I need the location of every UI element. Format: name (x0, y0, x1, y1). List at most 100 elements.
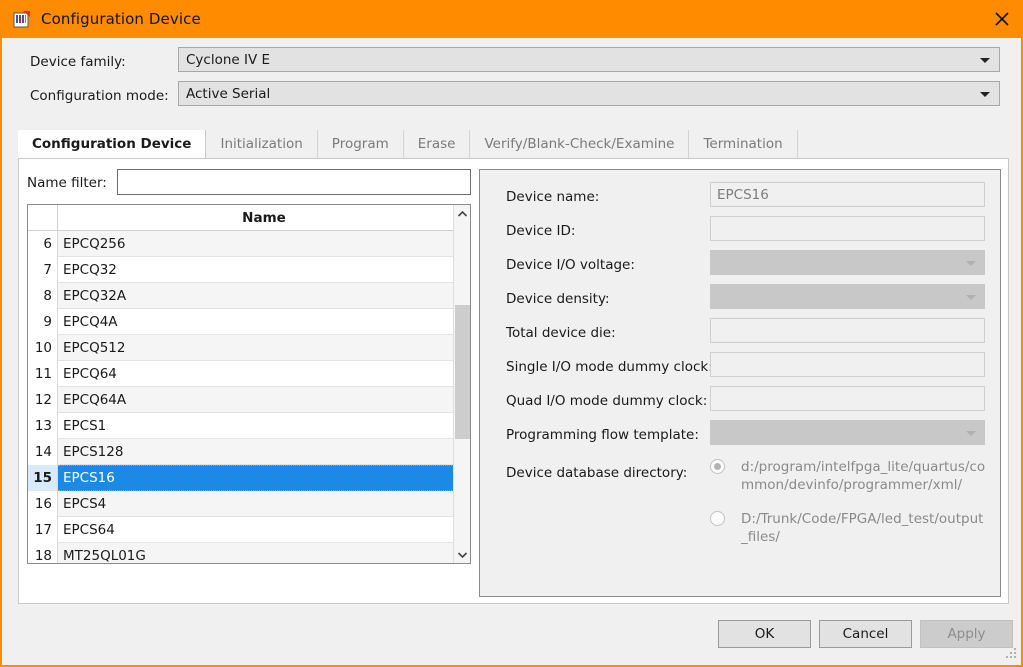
tab-label: Configuration Device (32, 136, 192, 152)
row-index: 7 (28, 257, 58, 283)
row-index: 16 (28, 491, 58, 517)
device-id-label: Device ID: (506, 223, 576, 239)
quad-io-dummy-clock-label: Quad I/O mode dummy clock: (506, 393, 708, 409)
row-name: MT25QL01G (58, 543, 470, 563)
row-index: 8 (28, 283, 58, 309)
total-device-die-label: Total device die: (506, 325, 616, 341)
configuration-mode-combo[interactable]: Active Serial (178, 81, 1000, 106)
single-io-dummy-clock-field[interactable] (710, 352, 985, 377)
configuration-device-dialog: Configuration Device Device family: Cycl… (0, 0, 1023, 667)
database-directory-option-1-text: d:/program/intelfpga_lite/quartus/common… (741, 459, 986, 493)
database-directory-option-1[interactable]: d:/program/intelfpga_lite/quartus/common… (710, 458, 989, 494)
device-io-voltage-label: Device I/O voltage: (506, 257, 635, 273)
row-name: EPCS1 (58, 413, 470, 439)
row-name: EPCS4 (58, 491, 470, 517)
table-row[interactable]: 11 EPCQ64 (28, 361, 470, 387)
table-body: 6 EPCQ256 7 EPCQ32 8 EPCQ32A 9 EPCQ4A 10 EPCQ… (28, 231, 470, 563)
scrollbar-thumb[interactable] (455, 305, 470, 439)
chevron-down-icon (966, 430, 976, 436)
row-name: EPCQ512 (58, 335, 470, 361)
device-family-value: Cyclone IV E (186, 51, 271, 68)
table-row[interactable]: 17 EPCS64 (28, 517, 470, 543)
table-row[interactable]: 12 EPCQ64A (28, 387, 470, 413)
top-form: Device family: Cyclone IV E Configuratio… (4, 38, 1021, 120)
tab-verify-blank-check-examine[interactable]: Verify/Blank-Check/Examine (470, 130, 690, 158)
row-index: 15 (28, 465, 58, 491)
device-name-value: EPCS16 (717, 186, 769, 203)
tab-strip: Configuration Device Initialization Prog… (18, 130, 798, 158)
device-id-field[interactable] (710, 216, 985, 241)
database-directory-option-2-text: D:/Trunk/Code/FPGA/led_test/output_files… (741, 511, 984, 545)
radio-button-icon[interactable] (710, 511, 725, 526)
tab-termination[interactable]: Termination (689, 130, 798, 158)
tab-panel-configuration-device: Name filter: Name 6 EPCQ256 7 EPCQ32 8 EPCQ… (18, 158, 1009, 604)
tab-label: Initialization (220, 136, 303, 152)
table-row[interactable]: 13 EPCS1 (28, 413, 470, 439)
row-name: EPCS128 (58, 439, 470, 465)
ok-button[interactable]: OK (718, 620, 811, 648)
table-row[interactable]: 10 EPCQ512 (28, 335, 470, 361)
table-row[interactable]: 7 EPCQ32 (28, 257, 470, 283)
chevron-down-icon (966, 294, 976, 300)
cancel-button[interactable]: Cancel (819, 620, 912, 648)
tab-label: Program (331, 136, 389, 152)
resize-grip-icon[interactable] (1006, 648, 1018, 660)
table-row[interactable]: 8 EPCQ32A (28, 283, 470, 309)
quad-io-dummy-clock-field[interactable] (710, 386, 985, 411)
table-row[interactable]: 18 MT25QL01G (28, 543, 470, 563)
configuration-mode-label: Configuration mode: (30, 88, 169, 104)
table-row[interactable]: 9 EPCQ4A (28, 309, 470, 335)
row-index: 11 (28, 361, 58, 387)
device-database-directory-label: Device database directory: (506, 465, 688, 481)
row-name: EPCQ64 (58, 361, 470, 387)
row-index: 17 (28, 517, 58, 543)
vertical-scrollbar[interactable] (453, 205, 470, 563)
programming-flow-template-combo[interactable] (710, 420, 985, 445)
tab-initialization[interactable]: Initialization (206, 130, 318, 158)
chevron-down-icon (980, 57, 990, 63)
device-io-voltage-combo[interactable] (710, 250, 985, 275)
device-name-field[interactable]: EPCS16 (710, 182, 985, 207)
row-index: 18 (28, 543, 58, 563)
device-name-label: Device name: (506, 189, 600, 205)
device-family-combo[interactable]: Cyclone IV E (178, 47, 1000, 72)
table-row[interactable]: 14 EPCS128 (28, 439, 470, 465)
chevron-down-icon (980, 91, 990, 97)
row-index: 9 (28, 309, 58, 335)
row-index: 6 (28, 231, 58, 257)
row-name: EPCQ32 (58, 257, 470, 283)
table-header-name: Name (58, 205, 470, 230)
table-row[interactable]: 16 EPCS4 (28, 491, 470, 517)
row-name: EPCS64 (58, 517, 470, 543)
device-details-group: Device name: EPCS16 Device ID: Device I/… (479, 169, 1001, 597)
dialog-footer: OK Cancel Apply (4, 604, 1021, 663)
close-icon[interactable] (979, 0, 1021, 38)
tab-configuration-device[interactable]: Configuration Device (18, 130, 207, 158)
tab-label: Verify/Blank-Check/Examine (484, 136, 675, 152)
row-name: EPCQ64A (58, 387, 470, 413)
tab-label: Erase (417, 136, 456, 152)
device-config-icon (12, 9, 32, 29)
row-name: EPCS16 (58, 465, 470, 491)
scroll-down-icon[interactable] (454, 546, 470, 563)
database-directory-option-2[interactable]: D:/Trunk/Code/FPGA/led_test/output_files… (710, 510, 989, 546)
tab-program[interactable]: Program (317, 130, 404, 158)
name-filter-input[interactable] (117, 169, 471, 195)
tab-label: Termination (703, 136, 783, 152)
total-device-die-field[interactable] (710, 318, 985, 343)
table-row[interactable]: 6 EPCQ256 (28, 231, 470, 257)
chevron-down-icon (966, 260, 976, 266)
table-row-selected[interactable]: 15 EPCS16 (28, 465, 470, 491)
device-family-label: Device family: (30, 54, 126, 70)
row-index: 14 (28, 439, 58, 465)
table-header-row: Name (28, 205, 470, 231)
row-index: 10 (28, 335, 58, 361)
device-density-label: Device density: (506, 291, 610, 307)
device-density-combo[interactable] (710, 284, 985, 309)
title-bar: Configuration Device (2, 0, 1021, 38)
tab-erase[interactable]: Erase (403, 130, 471, 158)
radio-button-icon[interactable] (710, 459, 725, 474)
table-header-index (28, 205, 58, 230)
apply-button: Apply (920, 620, 1013, 648)
scroll-up-icon[interactable] (454, 205, 470, 222)
